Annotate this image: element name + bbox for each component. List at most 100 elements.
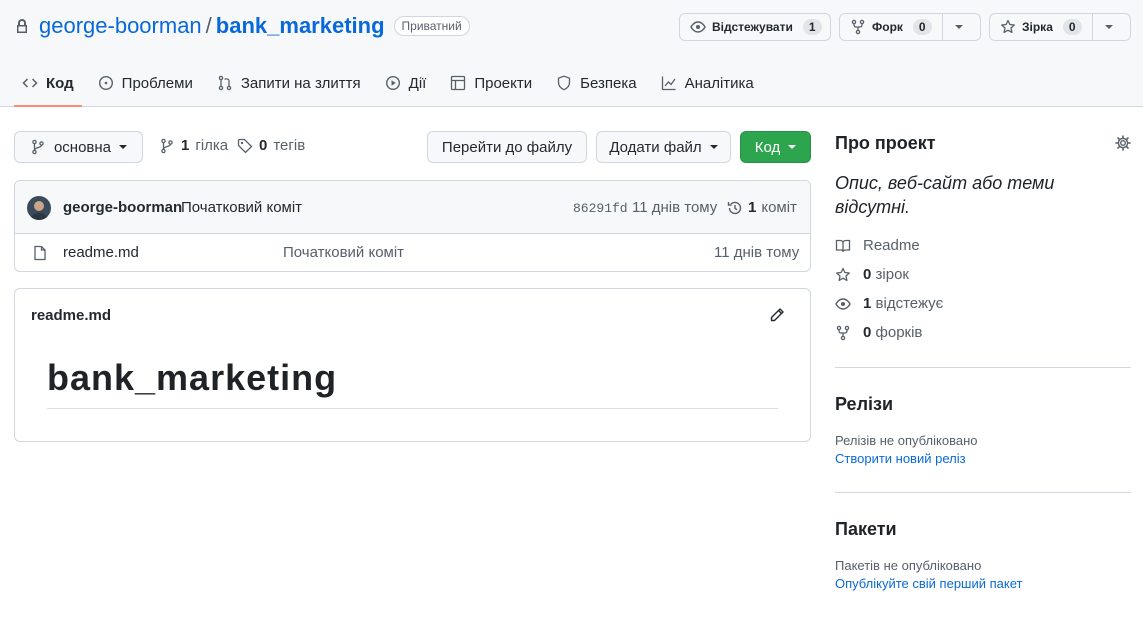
commit-sha-link[interactable]: 86291fd bbox=[573, 201, 628, 216]
go-to-file-button[interactable]: Перейти до файлу bbox=[427, 131, 587, 163]
readme-heading: bank_marketing bbox=[47, 357, 338, 398]
forks-label: форків bbox=[875, 324, 923, 341]
shield-icon bbox=[556, 75, 572, 91]
latest-commit-bar: george-boorman Початковий коміт 86291fd … bbox=[15, 181, 810, 234]
forks-count: 0 bbox=[863, 324, 872, 341]
tags-count: 0 bbox=[259, 137, 268, 154]
watchers-link[interactable]: 1 відстежує bbox=[835, 295, 943, 312]
fork-label: Форк bbox=[872, 20, 903, 34]
file-name-link[interactable]: readme.md bbox=[63, 244, 139, 261]
avatar[interactable] bbox=[27, 196, 51, 220]
tab-insights[interactable]: Аналітика bbox=[653, 62, 762, 104]
tab-label: Проекти bbox=[474, 74, 533, 92]
add-file-button[interactable]: Додати файл bbox=[596, 131, 731, 163]
stars-link[interactable]: 0 зірок bbox=[835, 266, 909, 283]
about-title: Про проект bbox=[835, 133, 936, 153]
repo-header: george-boorman / bank_marketing Приватни… bbox=[0, 0, 1143, 107]
commit-time: 11 днів тому bbox=[632, 199, 718, 216]
tab-label: Проблеми bbox=[121, 74, 193, 92]
commit-message-link[interactable]: Початковий коміт bbox=[181, 199, 302, 216]
watch-button[interactable]: Відстежувати 1 bbox=[679, 13, 831, 41]
tab-label: Безпека bbox=[580, 74, 637, 92]
branch-name: основна bbox=[53, 138, 112, 156]
about-description: Опис, веб-сайт або теми відсутні. bbox=[835, 173, 1055, 217]
fork-button[interactable]: Форк 0 bbox=[840, 14, 942, 40]
chevron-down-icon bbox=[709, 145, 718, 149]
table-icon bbox=[450, 75, 466, 91]
tab-issues[interactable]: Проблеми bbox=[90, 62, 201, 104]
file-commit-message-link[interactable]: Початковий коміт bbox=[283, 244, 404, 261]
readme-link-label: Readme bbox=[863, 237, 920, 254]
add-file-label: Додати файл bbox=[609, 138, 702, 156]
history-icon bbox=[727, 200, 743, 216]
publish-package-link[interactable]: Опублікуйте свій перший пакет bbox=[835, 576, 1022, 591]
star-button-group: Зірка 0 bbox=[989, 13, 1131, 41]
branch-icon bbox=[159, 138, 175, 154]
lock-icon bbox=[14, 18, 30, 34]
chevron-down-icon bbox=[788, 145, 797, 149]
list-item: readme.md Початковий коміт 11 днів тому bbox=[15, 234, 810, 271]
tag-icon bbox=[237, 138, 253, 154]
tab-label: Аналітика bbox=[684, 74, 754, 92]
divider bbox=[835, 367, 1131, 368]
pull-request-icon bbox=[217, 75, 233, 91]
fork-dropdown[interactable] bbox=[941, 14, 975, 40]
divider bbox=[835, 492, 1131, 493]
code-button[interactable]: Код bbox=[740, 131, 811, 163]
star-icon bbox=[835, 267, 851, 283]
go-to-file-label: Перейти до файлу bbox=[441, 138, 573, 156]
file-time: 11 днів тому bbox=[714, 244, 800, 261]
fork-icon bbox=[835, 325, 851, 341]
branch-selector[interactable]: основна bbox=[14, 131, 143, 163]
commit-author-link[interactable]: george-boorman bbox=[63, 199, 182, 216]
eye-icon bbox=[690, 19, 706, 35]
tab-code[interactable]: Код bbox=[14, 62, 82, 107]
star-button[interactable]: Зірка 0 bbox=[990, 14, 1092, 40]
tags-label: тегів bbox=[273, 137, 306, 154]
repo-separator: / bbox=[205, 13, 212, 38]
gear-icon[interactable] bbox=[1115, 135, 1131, 151]
repo-name-link[interactable]: bank_marketing bbox=[216, 13, 385, 39]
readme-filename-link[interactable]: readme.md bbox=[31, 307, 111, 324]
repo-owner-link[interactable]: george-boorman bbox=[39, 13, 202, 39]
visibility-badge: Приватний bbox=[393, 16, 470, 36]
tab-label: Код bbox=[46, 74, 74, 92]
packages-empty-text: Пакетів не опубліковано bbox=[835, 558, 982, 573]
watch-label: Відстежувати bbox=[712, 20, 793, 34]
readme-panel: readme.md bank_marketing bbox=[14, 288, 811, 442]
play-icon bbox=[385, 75, 401, 91]
code-button-label: Код bbox=[754, 138, 781, 156]
releases-title[interactable]: Релізи bbox=[835, 394, 893, 415]
commits-label: коміт bbox=[761, 199, 797, 216]
star-label: Зірка bbox=[1022, 20, 1053, 34]
commits-count: 1 bbox=[748, 199, 757, 216]
tab-pull-requests[interactable]: Запити на злиття bbox=[209, 62, 369, 104]
fork-icon bbox=[850, 19, 866, 35]
stars-count: 0 bbox=[863, 266, 872, 283]
tab-label: Дії bbox=[408, 74, 427, 92]
star-count: 0 bbox=[1062, 19, 1082, 35]
chevron-down-icon bbox=[1104, 25, 1113, 29]
create-release-link[interactable]: Створити новий реліз bbox=[835, 451, 966, 466]
graph-icon bbox=[661, 75, 677, 91]
stars-label: зірок bbox=[875, 266, 909, 283]
pencil-icon[interactable] bbox=[769, 307, 785, 323]
tags-link[interactable]: 0 тегів bbox=[237, 137, 305, 154]
readme-link[interactable]: Readme bbox=[835, 237, 920, 254]
fork-count: 0 bbox=[912, 19, 932, 35]
file-browser: george-boorman Початковий коміт 86291fd … bbox=[14, 180, 811, 272]
branches-link[interactable]: 1 гілка bbox=[159, 137, 228, 154]
forks-link[interactable]: 0 форків bbox=[835, 324, 922, 341]
releases-empty-text: Релізів не опубліковано bbox=[835, 433, 978, 448]
watchers-label: відстежує bbox=[875, 295, 944, 312]
packages-title[interactable]: Пакети bbox=[835, 519, 897, 540]
branch-icon bbox=[30, 139, 46, 155]
commits-history-link[interactable]: 1 коміт bbox=[727, 199, 797, 216]
tab-security[interactable]: Безпека bbox=[548, 62, 644, 104]
branches-label: гілка bbox=[195, 137, 229, 154]
tab-label: Запити на злиття bbox=[240, 74, 361, 92]
eye-icon bbox=[835, 296, 851, 312]
tab-actions[interactable]: Дії bbox=[377, 62, 435, 104]
star-dropdown[interactable] bbox=[1091, 14, 1125, 40]
tab-projects[interactable]: Проекти bbox=[442, 62, 540, 104]
